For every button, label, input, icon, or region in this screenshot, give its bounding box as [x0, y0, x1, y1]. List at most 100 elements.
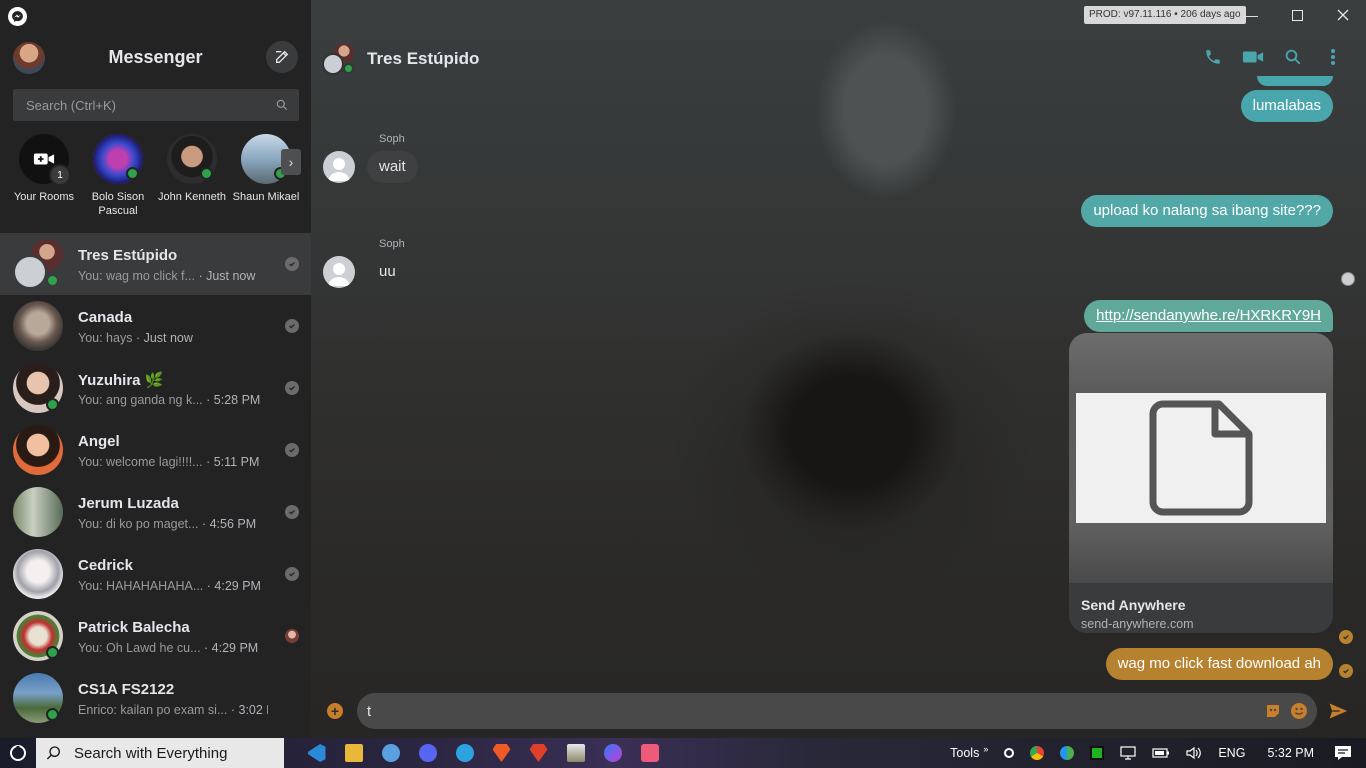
- seen-avatar: [285, 629, 299, 643]
- story-label: Your Rooms: [13, 191, 75, 203]
- vscode-app[interactable]: [298, 738, 335, 768]
- conversation-name: Tres Estúpido: [78, 247, 178, 264]
- discord-icon: [418, 744, 437, 762]
- story-contact[interactable]: John Kenneth: [155, 134, 229, 204]
- outgoing-message[interactable]: wag mo click fast download ah: [1105, 648, 1333, 680]
- delivered-check-icon: [1339, 664, 1353, 678]
- link-preview-image: [1069, 333, 1333, 583]
- conversation-name: Angel: [78, 433, 120, 450]
- file-explorer-app[interactable]: [335, 738, 372, 768]
- story-label: John Kenneth: [158, 191, 226, 203]
- story-your-rooms[interactable]: 1 Your Rooms: [7, 134, 81, 204]
- messenger-app[interactable]: [594, 738, 631, 768]
- conversation-item[interactable]: Cedrick You: HAHAHAHAHA... · 4:29 PM: [0, 543, 311, 605]
- close-button[interactable]: [1320, 0, 1366, 30]
- taskbar: Search with Everything Tools» ENG 5:32 P…: [0, 738, 1366, 768]
- search-input[interactable]: [26, 97, 275, 113]
- tray-network-drive-icon[interactable]: [1052, 746, 1082, 760]
- build-version-badge: PROD: v97.11.116 • 206 days ago: [1084, 6, 1246, 24]
- story-contact[interactable]: Bolo Sison Pascual: [81, 134, 155, 218]
- twitch-icon: [640, 744, 659, 762]
- maximize-button[interactable]: [1274, 0, 1320, 30]
- action-center-button[interactable]: [1328, 745, 1366, 761]
- chat-title[interactable]: Tres Estúpido: [367, 49, 479, 69]
- conversation-name: Canada: [78, 309, 133, 326]
- conversation-item[interactable]: Yuzuhira 🌿 You: ang ganda ng k... · 5:28…: [0, 357, 311, 419]
- online-indicator: [126, 167, 139, 180]
- link-message[interactable]: http://sendanywhe.re/HXRKRY9H: [1084, 300, 1333, 332]
- sender-name: Soph: [379, 238, 405, 250]
- tray-record-icon[interactable]: [996, 748, 1022, 758]
- video-call-button[interactable]: [1241, 45, 1265, 69]
- conversation-item[interactable]: CS1A FS2122 Enrico: kailan po exam si...…: [0, 667, 311, 729]
- outgoing-message[interactable]: upload ko nalang sa ibang site???: [1081, 195, 1333, 227]
- conversation-item[interactable]: Angel You: welcome lagi!!!!... · 5:11 PM: [0, 419, 311, 481]
- outgoing-message[interactable]: lumalabas: [1240, 90, 1333, 122]
- discord-app[interactable]: [409, 738, 446, 768]
- messenger-icon: [603, 744, 622, 762]
- double-chevron-icon: »: [983, 744, 989, 754]
- sent-check-icon: [285, 505, 299, 519]
- start-button[interactable]: [0, 738, 36, 768]
- new-message-button[interactable]: [266, 41, 298, 73]
- sent-check-icon: [285, 319, 299, 333]
- conversation-item[interactable]: Canada You: hays · Just now: [0, 295, 311, 357]
- online-indicator: [343, 63, 354, 74]
- battery-icon[interactable]: [1144, 747, 1178, 759]
- minimize-button[interactable]: —: [1228, 0, 1274, 30]
- conversation-item[interactable]: Jerum Luzada You: di ko po maget... · 4:…: [0, 481, 311, 543]
- volume-icon[interactable]: [1178, 746, 1210, 760]
- link-preview-card[interactable]: Send Anywhere send-anywhere.com: [1069, 333, 1333, 633]
- conversation-preview: You: welcome lagi!!!!... · 5:11 PM: [78, 455, 260, 469]
- search-conversation-button[interactable]: [1281, 45, 1305, 69]
- link-domain: send-anywhere.com: [1081, 617, 1194, 631]
- more-actions-button[interactable]: +: [327, 703, 343, 719]
- sticker-button[interactable]: [1265, 703, 1281, 719]
- incoming-message[interactable]: wait: [367, 151, 418, 183]
- system-tray: Tools» ENG 5:32 PM: [942, 738, 1366, 768]
- sent-check-icon: [285, 443, 299, 457]
- conversation-name: CS1A FS2122: [78, 681, 175, 698]
- telegram-app[interactable]: [446, 738, 483, 768]
- minimize-icon: —: [1244, 7, 1258, 23]
- brave-beta-app[interactable]: [520, 738, 557, 768]
- network-icon[interactable]: [1112, 746, 1144, 760]
- taskbar-search[interactable]: Search with Everything: [36, 738, 284, 768]
- tools-toolbar[interactable]: Tools»: [942, 744, 996, 760]
- sender-avatar[interactable]: [323, 256, 355, 288]
- tray-chrome-icon[interactable]: [1022, 746, 1052, 760]
- tray-monitor-icon[interactable]: [1082, 746, 1112, 760]
- video-camera-plus-icon: [33, 153, 55, 165]
- send-button[interactable]: [1328, 701, 1348, 721]
- conversation-preview: You: hays · Just now: [78, 331, 193, 345]
- sidebar-header: Messenger: [0, 40, 311, 76]
- browser-icon: [381, 744, 400, 762]
- input-language[interactable]: ENG: [1210, 746, 1253, 760]
- telegram-icon: [455, 744, 474, 762]
- online-indicator: [46, 398, 59, 411]
- conversation-avatar: [13, 549, 63, 599]
- stories-next-button[interactable]: ›: [281, 149, 301, 175]
- emoji-button[interactable]: [1291, 703, 1307, 719]
- conversation-item[interactable]: Tres Estúpido You: wag mo click f... · J…: [0, 233, 311, 295]
- more-options-button[interactable]: [1321, 45, 1345, 69]
- plus-icon: +: [330, 703, 340, 719]
- sidebar-title: Messenger: [108, 47, 203, 67]
- contact-avatar: [167, 134, 217, 184]
- conversation-preview: You: ang ganda ng k... · 5:28 PM: [78, 393, 261, 407]
- taskbar-apps: [298, 738, 668, 768]
- group-avatar[interactable]: [322, 43, 354, 75]
- twitch-app[interactable]: [631, 738, 668, 768]
- photos-app[interactable]: [557, 738, 594, 768]
- clock[interactable]: 5:32 PM: [1253, 746, 1328, 760]
- sender-avatar[interactable]: [323, 151, 355, 183]
- emoji-icon: [1294, 707, 1304, 715]
- browser-app[interactable]: [372, 738, 409, 768]
- conversation-item[interactable]: Patrick Balecha You: Oh Lawd he cu... · …: [0, 605, 311, 667]
- voice-call-button[interactable]: [1201, 45, 1225, 69]
- tools-label: Tools: [950, 746, 980, 760]
- message-input[interactable]: [367, 702, 1227, 720]
- incoming-message[interactable]: uu: [367, 256, 408, 288]
- chevron-right-icon: ›: [288, 154, 294, 170]
- brave-app[interactable]: [483, 738, 520, 768]
